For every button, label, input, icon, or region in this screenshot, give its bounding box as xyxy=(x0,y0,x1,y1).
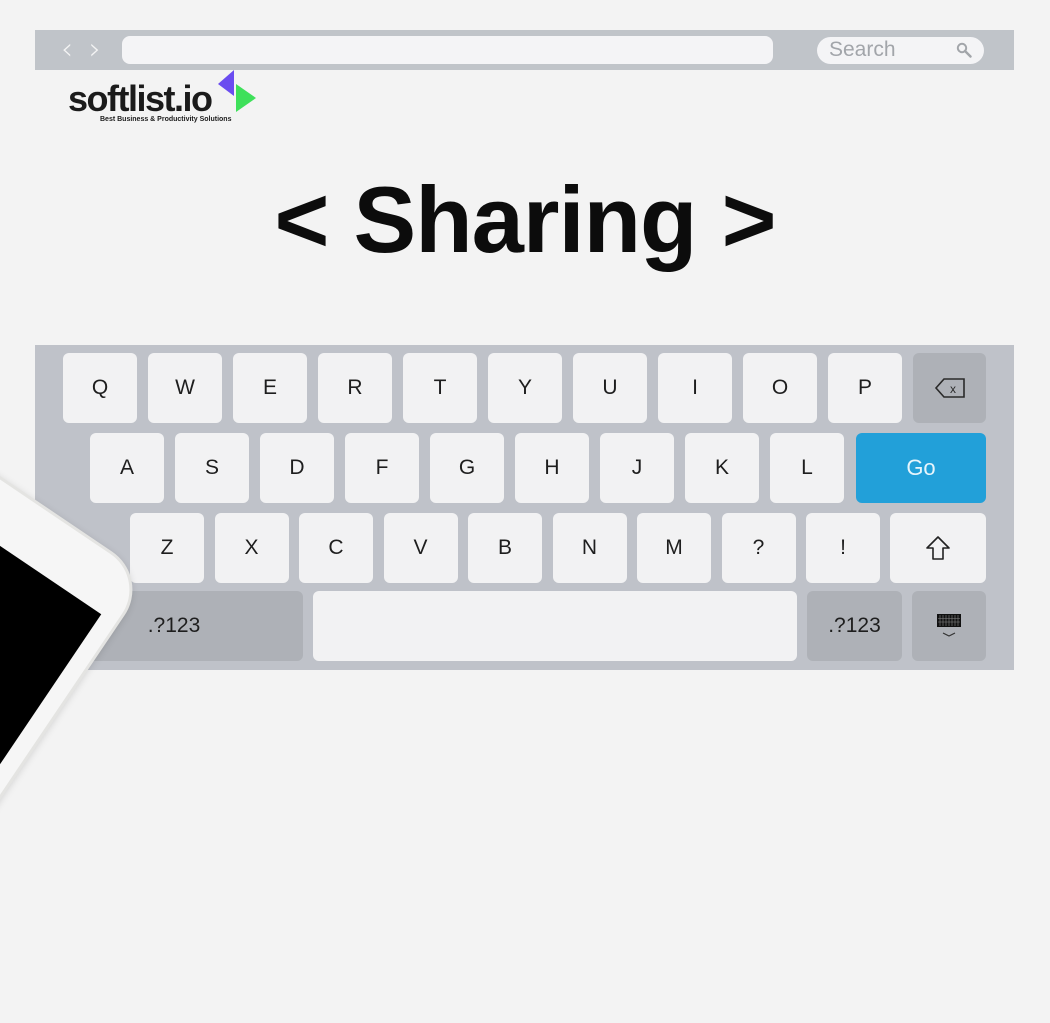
search-placeholder: Search xyxy=(829,38,896,61)
key-label: ! xyxy=(840,536,846,559)
key-k[interactable]: K xyxy=(685,433,759,503)
numbers-key-right[interactable]: .?123 xyxy=(807,591,902,661)
softlist-logo: softlist.io Best Business & Productivity… xyxy=(68,70,268,130)
key-label: R xyxy=(347,376,363,399)
key-exclamation[interactable]: ! xyxy=(806,513,880,583)
key-label: A xyxy=(119,456,134,479)
key-label: I xyxy=(692,376,698,399)
key-x[interactable]: X xyxy=(214,513,289,583)
key-label: Z xyxy=(160,536,174,559)
hide-keyboard-key[interactable] xyxy=(912,591,986,661)
key-label: ? xyxy=(752,536,765,559)
key-b[interactable]: B xyxy=(468,513,542,583)
key-label: T xyxy=(433,376,447,399)
search-input[interactable]: Search xyxy=(817,37,984,64)
key-h[interactable]: H xyxy=(515,433,589,503)
key-l[interactable]: L xyxy=(770,433,844,503)
key-d[interactable]: D xyxy=(260,433,334,503)
key-label: Go xyxy=(906,455,936,480)
key-g[interactable]: G xyxy=(430,433,504,503)
key-label: .?123 xyxy=(828,614,881,637)
key-label: K xyxy=(714,456,729,479)
key-label: S xyxy=(204,456,219,479)
key-t[interactable]: T xyxy=(403,353,477,423)
browser-toolbar: ‹ › Search xyxy=(35,30,1014,70)
key-m[interactable]: M xyxy=(637,513,711,583)
key-q[interactable]: Q xyxy=(63,353,137,423)
key-label: O xyxy=(771,376,789,399)
key-label: U xyxy=(602,376,618,399)
key-label: P xyxy=(857,376,872,399)
key-r[interactable]: R xyxy=(318,353,392,423)
key-c[interactable]: C xyxy=(299,513,373,583)
backspace-key[interactable]: x xyxy=(913,353,986,423)
key-label: Y xyxy=(517,376,532,399)
shift-icon xyxy=(926,536,950,560)
forward-button[interactable]: › xyxy=(85,35,105,65)
back-button[interactable]: ‹ xyxy=(57,35,77,65)
key-label: E xyxy=(262,376,277,399)
key-f[interactable]: F xyxy=(345,433,419,503)
key-label: Q xyxy=(91,376,109,399)
key-v[interactable]: V xyxy=(383,513,458,583)
page-headline: < Sharing > xyxy=(274,167,777,272)
key-label: L xyxy=(801,456,813,479)
key-label: B xyxy=(497,536,512,559)
logo-wordmark: softlist.io xyxy=(68,78,213,119)
logo-tagline: Best Business & Productivity Solutions xyxy=(100,116,232,123)
address-bar[interactable] xyxy=(122,36,773,64)
svg-text:x: x xyxy=(950,382,956,396)
key-s[interactable]: S xyxy=(175,433,249,503)
key-e[interactable]: E xyxy=(233,353,307,423)
key-u[interactable]: U xyxy=(573,353,647,423)
search-icon[interactable] xyxy=(956,42,972,58)
space-key[interactable] xyxy=(313,591,797,661)
key-label: M xyxy=(665,536,683,559)
key-label: W xyxy=(175,376,195,399)
key-label: J xyxy=(631,456,643,479)
key-question[interactable]: ? xyxy=(721,513,796,583)
go-key[interactable]: Go xyxy=(856,433,986,503)
key-label: D xyxy=(289,456,305,479)
logo-triangles-icon xyxy=(218,70,256,112)
key-y[interactable]: Y xyxy=(488,353,562,423)
key-label: F xyxy=(375,456,389,479)
key-label: C xyxy=(328,536,344,559)
shift-key[interactable] xyxy=(890,513,986,583)
key-i[interactable]: I xyxy=(658,353,732,423)
key-label: X xyxy=(244,536,259,559)
key-j[interactable]: J xyxy=(600,433,674,503)
key-label: .?123 xyxy=(147,614,201,637)
key-p[interactable]: P xyxy=(828,353,902,423)
key-label: G xyxy=(458,456,476,479)
key-n[interactable]: N xyxy=(552,513,627,583)
key-w[interactable]: W xyxy=(148,353,222,423)
key-label: N xyxy=(581,536,598,559)
backspace-icon: x xyxy=(934,378,965,398)
key-label: H xyxy=(544,456,560,479)
key-o[interactable]: O xyxy=(743,353,817,423)
key-label: V xyxy=(413,536,428,559)
keyboard-hide-icon xyxy=(937,614,961,637)
key-a[interactable]: A xyxy=(90,433,164,503)
